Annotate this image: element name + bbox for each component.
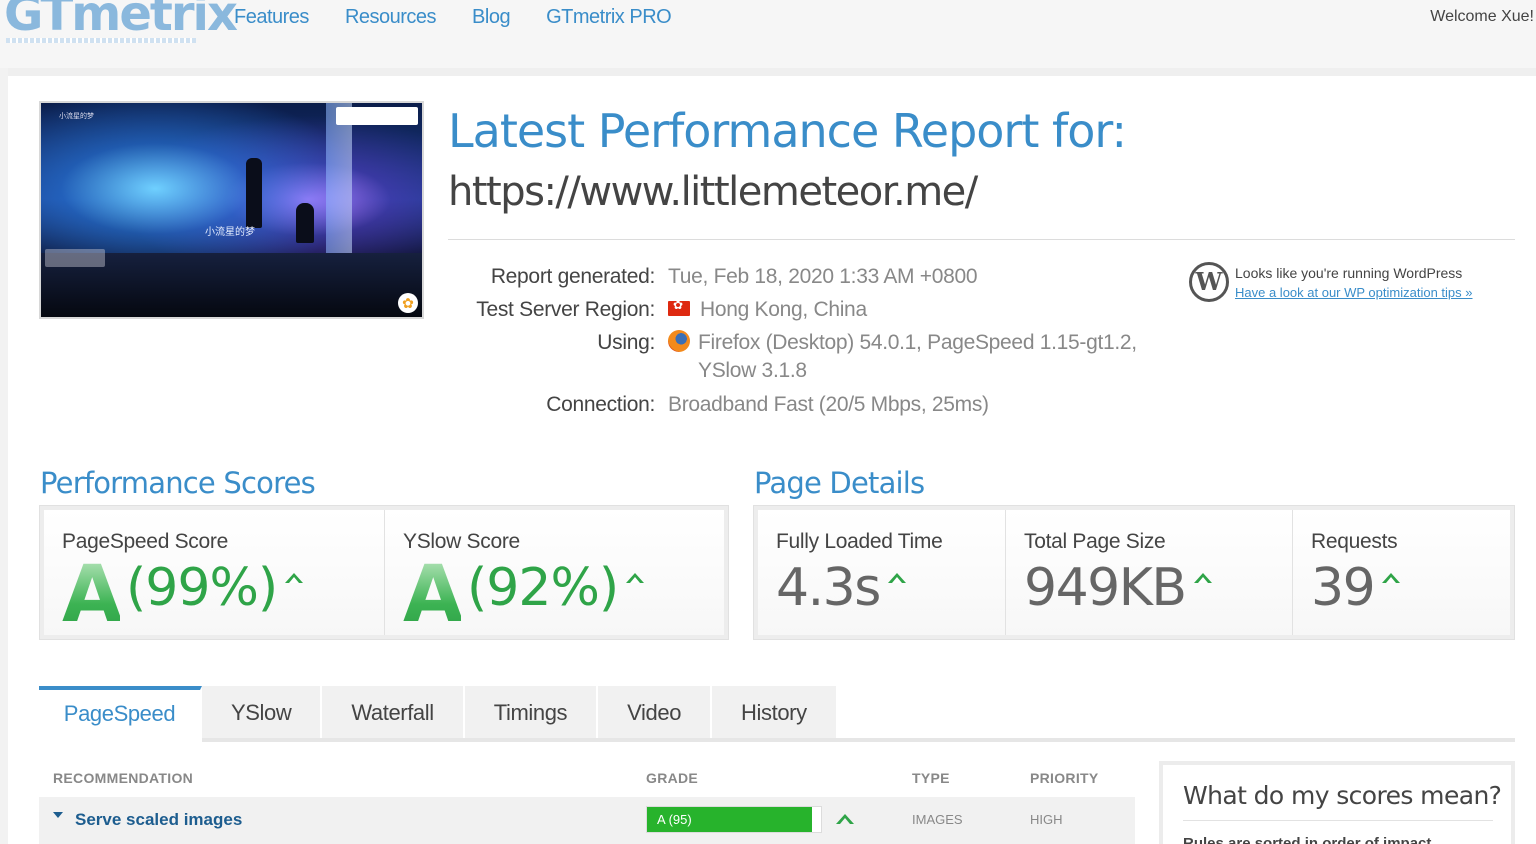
page-screenshot-thumbnail[interactable]: 小流星的梦 小流星的梦 ✿: [39, 101, 424, 319]
scores-help-subtitle: Rules are sorted in order of impact: [1183, 835, 1432, 844]
title-divider: [448, 239, 1515, 240]
logo-underline: [6, 38, 196, 43]
hong-kong-flag-icon: [668, 298, 690, 316]
thumbnail-figure-standing: [246, 158, 262, 228]
tab-yslow[interactable]: YSlow: [202, 686, 323, 742]
pagespeed-grade: A: [62, 550, 122, 640]
tabs-divider: [202, 738, 1515, 742]
tab-video[interactable]: Video: [598, 686, 713, 742]
performance-scores-panel: PageSpeed Score A (99%) YSlow Score A (9…: [39, 505, 729, 640]
info-value: Hong Kong, China: [700, 298, 867, 321]
yslow-grade: A: [403, 550, 463, 640]
content-top-shade: [0, 68, 1536, 76]
requests-cell: Requests 39: [1293, 510, 1510, 635]
report-tabs: PageSpeed YSlow Waterfall Timings Video …: [39, 686, 838, 742]
page-size-label: Total Page Size: [1024, 530, 1166, 553]
fully-loaded-cell: Fully Loaded Time 4.3s: [758, 510, 1006, 635]
chevron-up-icon: [836, 814, 854, 824]
thumbnail-corner-label: 小流星的梦: [59, 113, 94, 120]
page-size-cell: Total Page Size 949KB: [1006, 510, 1293, 635]
firefox-icon: [668, 330, 690, 353]
tab-waterfall[interactable]: Waterfall: [322, 686, 465, 742]
main-nav: Features Resources Blog GTmetrix PRO: [234, 6, 707, 29]
wp-optimization-tips-link[interactable]: Have a look at our WP optimization tips …: [1235, 285, 1473, 300]
content-side-shade: [0, 68, 8, 844]
recommendation-type: IMAGES: [912, 812, 963, 827]
nav-resources-link[interactable]: Resources: [345, 6, 437, 29]
column-header-recommendation[interactable]: RECOMMENDATION: [53, 770, 193, 786]
info-value-wrap: Hong Kong, China: [668, 298, 867, 322]
thumbnail-tree: [326, 103, 352, 253]
column-header-priority[interactable]: PRIORITY: [1030, 770, 1099, 786]
info-key: Test Server Region:: [476, 298, 655, 321]
nav-pro-link[interactable]: GTmetrix PRO: [546, 6, 672, 29]
wordpress-notice-text: Looks like you're running WordPress: [1235, 265, 1463, 281]
tab-history[interactable]: History: [712, 686, 838, 742]
info-value-wrap: Firefox (Desktop) 54.0.1, PageSpeed 1.15…: [668, 330, 1137, 355]
chevron-up-icon: [1193, 573, 1212, 583]
recommendation-priority: HIGH: [1030, 812, 1063, 827]
fully-loaded-value: 4.3s: [776, 558, 881, 618]
top-navigation-bar: GTmetrix Features Resources Blog GTmetri…: [0, 0, 1536, 68]
info-key: Report generated:: [490, 265, 655, 288]
column-header-type[interactable]: TYPE: [912, 770, 950, 786]
wordpress-icon: W: [1189, 262, 1229, 302]
requests-value: 39: [1311, 558, 1376, 618]
report-url: https://www.littlemeteor.me/: [448, 169, 978, 215]
info-row-using-continued: YSlow 3.1.8: [698, 359, 807, 383]
grade-bar: A (95): [646, 806, 822, 833]
chevron-up-icon: [285, 573, 304, 583]
yslow-percent-wrap: (92%): [467, 558, 645, 618]
requests-value-wrap: 39: [1311, 558, 1401, 618]
caret-down-icon[interactable]: [53, 812, 63, 818]
thumbnail-caption: 小流星的梦: [205, 227, 255, 238]
page-size-value: 949KB: [1024, 558, 1187, 618]
info-key: Using:: [597, 331, 655, 354]
info-value: Firefox (Desktop) 54.0.1, PageSpeed 1.15…: [698, 331, 1137, 354]
info-key: Connection:: [546, 393, 655, 416]
scores-help-box: What do my scores mean? Rules are sorted…: [1159, 761, 1515, 844]
scores-help-title: What do my scores mean?: [1183, 781, 1502, 810]
report-title: Latest Performance Report for:: [448, 104, 1127, 158]
grade-bar-label: A (95): [657, 812, 692, 827]
recommendation-name[interactable]: Serve scaled images: [75, 810, 242, 830]
tab-timings[interactable]: Timings: [464, 686, 599, 742]
fully-loaded-value-wrap: 4.3s: [776, 558, 906, 618]
fully-loaded-label: Fully Loaded Time: [776, 530, 943, 553]
thumbnail-sidebox: [45, 249, 105, 267]
tab-pagespeed[interactable]: PageSpeed: [39, 686, 202, 742]
info-value: Tue, Feb 18, 2020 1:33 AM +0800: [668, 265, 978, 288]
requests-label: Requests: [1311, 530, 1398, 553]
thumbnail-figure-sitting: [296, 203, 314, 243]
pagespeed-score-cell: PageSpeed Score A (99%): [44, 510, 385, 640]
page-details-heading: Page Details: [754, 466, 925, 500]
yslow-score-cell: YSlow Score A (92%): [385, 510, 724, 640]
pagespeed-percent-wrap: (99%): [126, 558, 304, 618]
nav-blog-link[interactable]: Blog: [472, 6, 511, 29]
chevron-up-icon: [1382, 573, 1401, 583]
chevron-up-icon: [887, 573, 906, 583]
column-header-grade[interactable]: GRADE: [646, 770, 698, 786]
nav-features-link[interactable]: Features: [234, 6, 309, 29]
scores-help-divider: [1183, 820, 1493, 821]
performance-scores-heading: Performance Scores: [40, 466, 316, 500]
chevron-up-icon: [626, 573, 645, 583]
yslow-percent: (92%): [467, 558, 619, 618]
page-size-value-wrap: 949KB: [1024, 558, 1212, 618]
info-value: YSlow 3.1.8: [698, 359, 807, 382]
page-details-panel: Fully Loaded Time 4.3s Total Page Size 9…: [753, 505, 1515, 640]
thumbnail-badge-icon: ✿: [398, 293, 418, 313]
thumbnail-popup: [336, 107, 418, 125]
info-value: Broadband Fast (20/5 Mbps, 25ms): [668, 393, 989, 416]
pagespeed-percent: (99%): [126, 558, 278, 618]
gtmetrix-logo[interactable]: GTmetrix: [4, 0, 238, 42]
welcome-user-text[interactable]: Welcome Xue!: [1430, 8, 1534, 26]
